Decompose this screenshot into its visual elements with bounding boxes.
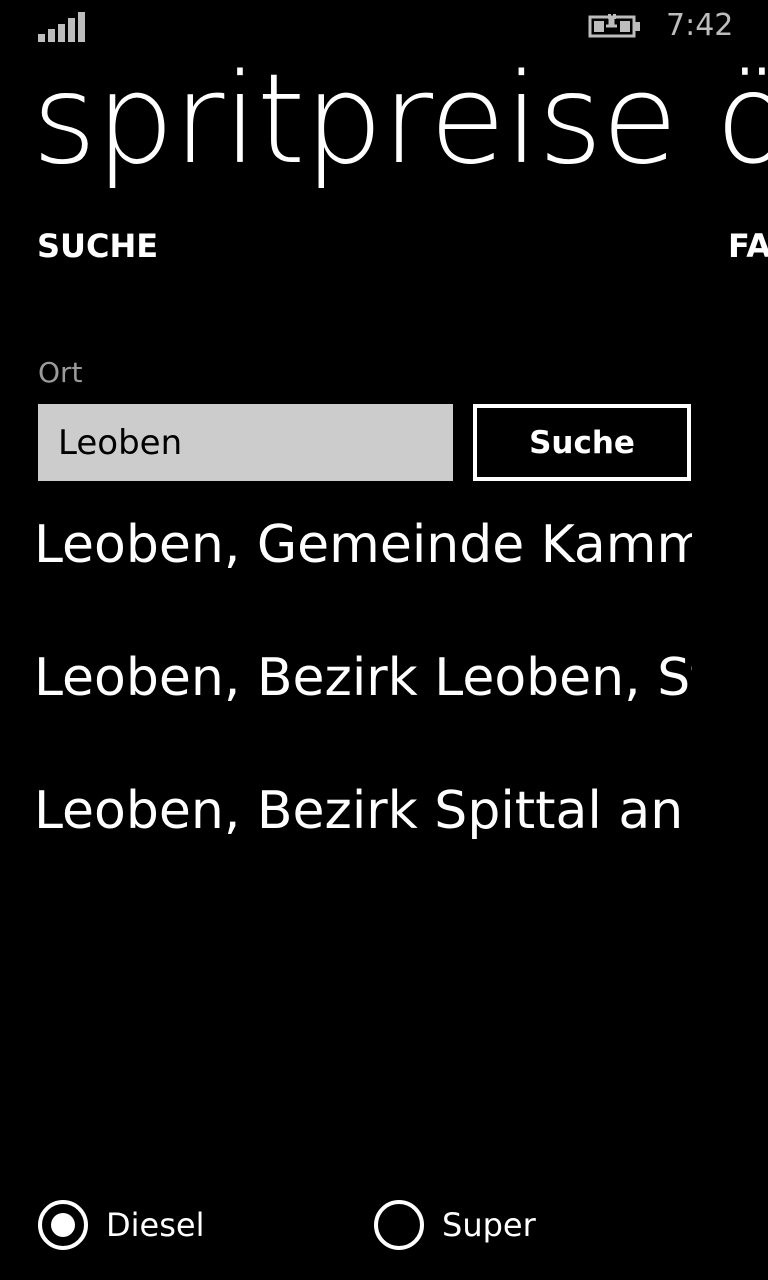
result-list: Leoben, Gemeinde Kamm Leoben, Bezirk Leo…	[34, 505, 692, 904]
radio-super[interactable]: Super	[374, 1197, 536, 1253]
radio-dot	[51, 1213, 75, 1237]
search-button[interactable]: Suche	[473, 404, 691, 481]
result-item[interactable]: Leoben, Bezirk Spittal an d	[34, 771, 692, 904]
radio-super-label: Super	[442, 1206, 536, 1244]
pivot-tab-next[interactable]: FA	[728, 226, 768, 266]
radio-diesel[interactable]: Diesel	[38, 1197, 204, 1253]
radio-unchecked-icon[interactable]	[374, 1200, 424, 1250]
result-item[interactable]: Leoben, Bezirk Leoben, St	[34, 638, 692, 771]
location-label: Ort	[38, 356, 83, 389]
signal-strength-icon	[38, 10, 88, 42]
battery-charging-icon	[588, 14, 640, 38]
location-input[interactable]	[38, 404, 453, 481]
result-item[interactable]: Leoben, Gemeinde Kamm	[34, 505, 692, 638]
app-title: spritpreise ö	[32, 48, 768, 192]
radio-checked-icon[interactable]	[38, 1200, 88, 1250]
radio-diesel-label: Diesel	[106, 1206, 205, 1244]
pivot-tab-suche[interactable]: SUCHE	[37, 226, 158, 266]
clock: 7:42	[666, 8, 734, 43]
